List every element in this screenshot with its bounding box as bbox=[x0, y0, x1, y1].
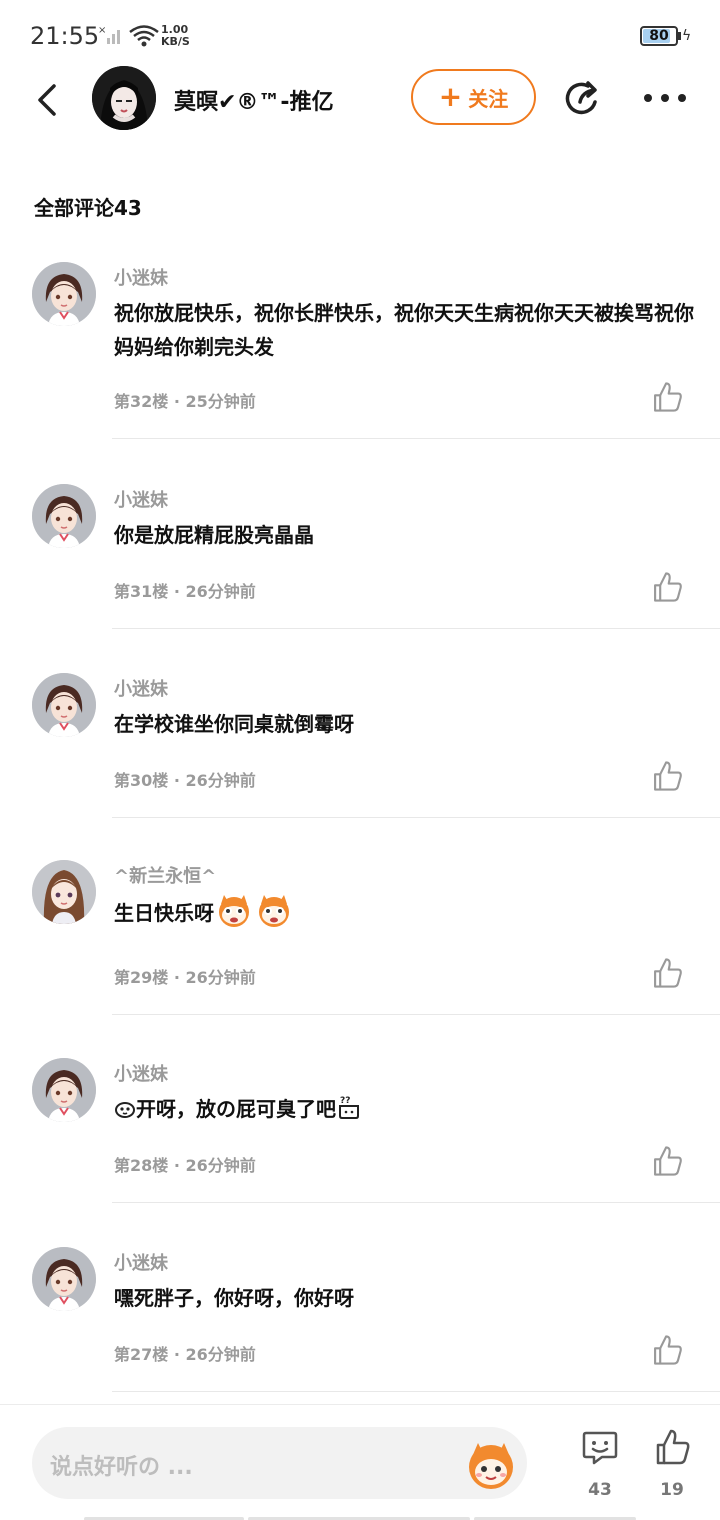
meta-separator: · bbox=[168, 582, 186, 601]
puzzled-emoji-icon: ?? bbox=[336, 1096, 362, 1121]
comment-item[interactable]: 小迷妹开呀，放の屁可臭了吧?? 第28楼 · 26分钟前 bbox=[0, 1058, 720, 1204]
thumbs-up-icon[interactable] bbox=[650, 380, 684, 414]
charging-icon: ϟ bbox=[682, 28, 692, 44]
author-name[interactable]: 莫暝✔®™-推亿 bbox=[174, 84, 334, 116]
author-avatar[interactable] bbox=[92, 66, 156, 130]
comment-divider bbox=[112, 628, 720, 629]
comment-input-placeholder: 说点好听の ... bbox=[50, 1455, 193, 1480]
floor-number: 第28楼 bbox=[114, 1156, 169, 1175]
comment-meta: 第27楼 · 26分钟前 bbox=[114, 1341, 256, 1365]
comment-time: 26分钟前 bbox=[185, 771, 256, 790]
signal-icon: × bbox=[98, 25, 120, 44]
comment-item[interactable]: 小迷妹 你是放屁精屁股亮晶晶 第31楼 · 26分钟前 bbox=[0, 484, 720, 630]
commenter-avatar[interactable] bbox=[32, 673, 96, 737]
mascot-emoji-icon bbox=[214, 895, 254, 927]
meta-separator: · bbox=[168, 392, 186, 411]
comment-meta: 第29楼 · 26分钟前 bbox=[114, 964, 256, 988]
meta-separator: · bbox=[168, 771, 186, 790]
comment-meta: 第31楼 · 26分钟前 bbox=[114, 578, 256, 602]
meta-separator: · bbox=[168, 1345, 186, 1364]
battery-tip bbox=[678, 32, 681, 40]
bottom-bar: 说点好听の ... 43 19 bbox=[0, 1404, 720, 1520]
comment-text: 嘿死胖子，你好呀，你好呀 bbox=[114, 1286, 354, 1310]
commenter-name[interactable]: 小迷妹 bbox=[114, 1060, 168, 1086]
comment-divider bbox=[112, 438, 720, 439]
comment-divider bbox=[112, 1202, 720, 1203]
like-count: 19 bbox=[660, 1480, 684, 1500]
network-speed: 1.00 KB/S bbox=[161, 24, 190, 48]
floor-number: 第27楼 bbox=[114, 1345, 169, 1364]
floor-number: 第32楼 bbox=[114, 392, 169, 411]
comment-item[interactable]: 小迷妹 嘿死胖子，你好呀，你好呀 第27楼 · 26分钟前 bbox=[0, 1247, 720, 1393]
comment-text: 你是放屁精屁股亮晶晶 bbox=[114, 523, 314, 547]
commenter-name[interactable]: 小迷妹 bbox=[114, 675, 168, 701]
more-options-icon[interactable] bbox=[642, 86, 688, 110]
commenter-avatar[interactable] bbox=[32, 860, 96, 924]
comment-time: 26分钟前 bbox=[185, 1156, 256, 1175]
floor-number: 第31楼 bbox=[114, 582, 169, 601]
paw-emoji-icon bbox=[114, 1097, 136, 1121]
commenter-name[interactable]: 小迷妹 bbox=[114, 486, 168, 512]
back-arrow-icon[interactable] bbox=[28, 80, 68, 120]
comment-divider bbox=[112, 1391, 720, 1392]
meta-separator: · bbox=[168, 968, 186, 987]
thumbs-up-icon[interactable] bbox=[652, 1427, 692, 1467]
thumbs-up-icon[interactable] bbox=[650, 570, 684, 604]
commenter-name[interactable]: 小迷妹 bbox=[114, 264, 168, 290]
comment-text: 祝你放屁快乐，祝你长胖快乐，祝你天天生病祝你天天被挨骂祝你妈妈给你剃完头发 bbox=[114, 301, 694, 359]
comment-bubble-icon[interactable] bbox=[580, 1427, 620, 1467]
floor-number: 第30楼 bbox=[114, 771, 169, 790]
commenter-name[interactable]: ^新兰永恒^ bbox=[114, 862, 216, 888]
comment-divider bbox=[112, 817, 720, 818]
plus-icon: + bbox=[438, 80, 463, 113]
comment-text: 在学校谁坐你同桌就倒霉呀 bbox=[114, 712, 354, 736]
wifi-icon bbox=[129, 25, 159, 47]
share-icon[interactable] bbox=[562, 78, 604, 120]
mascot-emoji-icon[interactable] bbox=[462, 1435, 520, 1493]
comment-meta: 第32楼 · 25分钟前 bbox=[114, 388, 256, 412]
battery-level: 80 bbox=[649, 28, 669, 44]
all-comments-title: 全部评论43 bbox=[34, 196, 142, 220]
follow-label: 关注 bbox=[468, 86, 509, 111]
comment-divider bbox=[112, 1014, 720, 1015]
comment-time: 26分钟前 bbox=[185, 582, 256, 601]
status-time: 21:55 bbox=[30, 22, 100, 50]
svg-text:??: ?? bbox=[340, 1096, 350, 1106]
floor-number: 第29楼 bbox=[114, 968, 169, 987]
commenter-avatar[interactable] bbox=[32, 1247, 96, 1311]
thumbs-up-icon[interactable] bbox=[650, 759, 684, 793]
status-bar: 21:55 × 1.00 KB/S 80 ϟ bbox=[0, 0, 720, 70]
commenter-avatar[interactable] bbox=[32, 262, 96, 326]
network-speed-unit: KB/S bbox=[161, 35, 190, 48]
follow-button[interactable]: + 关注 bbox=[411, 69, 536, 125]
comment-time: 25分钟前 bbox=[185, 392, 256, 411]
commenter-avatar[interactable] bbox=[32, 1058, 96, 1122]
comment-meta: 第28楼 · 26分钟前 bbox=[114, 1152, 256, 1176]
thumbs-up-icon[interactable] bbox=[650, 1144, 684, 1178]
meta-separator: · bbox=[168, 1156, 186, 1175]
commenter-name[interactable]: 小迷妹 bbox=[114, 1249, 168, 1275]
commenter-avatar[interactable] bbox=[32, 484, 96, 548]
comment-item[interactable]: 小迷妹 在学校谁坐你同桌就倒霉呀 第30楼 · 26分钟前 bbox=[0, 673, 720, 819]
comment-input[interactable]: 说点好听の ... bbox=[32, 1427, 527, 1499]
comment-item[interactable]: ^新兰永恒^ 生日快乐呀第29楼 · 26分钟前 bbox=[0, 860, 720, 1016]
comment-text: 生日快乐呀 bbox=[114, 894, 694, 930]
thumbs-up-icon[interactable] bbox=[650, 1333, 684, 1367]
comment-time: 26分钟前 bbox=[185, 968, 256, 987]
top-bar: 莫暝✔®™-推亿 + 关注 bbox=[0, 62, 720, 138]
comment-time: 26分钟前 bbox=[185, 1345, 256, 1364]
mascot-emoji-icon bbox=[254, 895, 294, 927]
comment-meta: 第30楼 · 26分钟前 bbox=[114, 767, 256, 791]
thumbs-up-icon[interactable] bbox=[650, 956, 684, 990]
comment-text: 开呀，放の屁可臭了吧?? bbox=[114, 1092, 694, 1126]
comment-item[interactable]: 小迷妹祝你放屁快乐，祝你长胖快乐，祝你天天生病祝你天天被挨骂祝你妈妈给你剃完头发… bbox=[0, 262, 720, 440]
avatar-illustration-icon bbox=[92, 66, 156, 130]
comment-count: 43 bbox=[588, 1480, 612, 1500]
svg-text:×: × bbox=[98, 25, 106, 36]
battery-icon: 80 bbox=[640, 26, 678, 46]
